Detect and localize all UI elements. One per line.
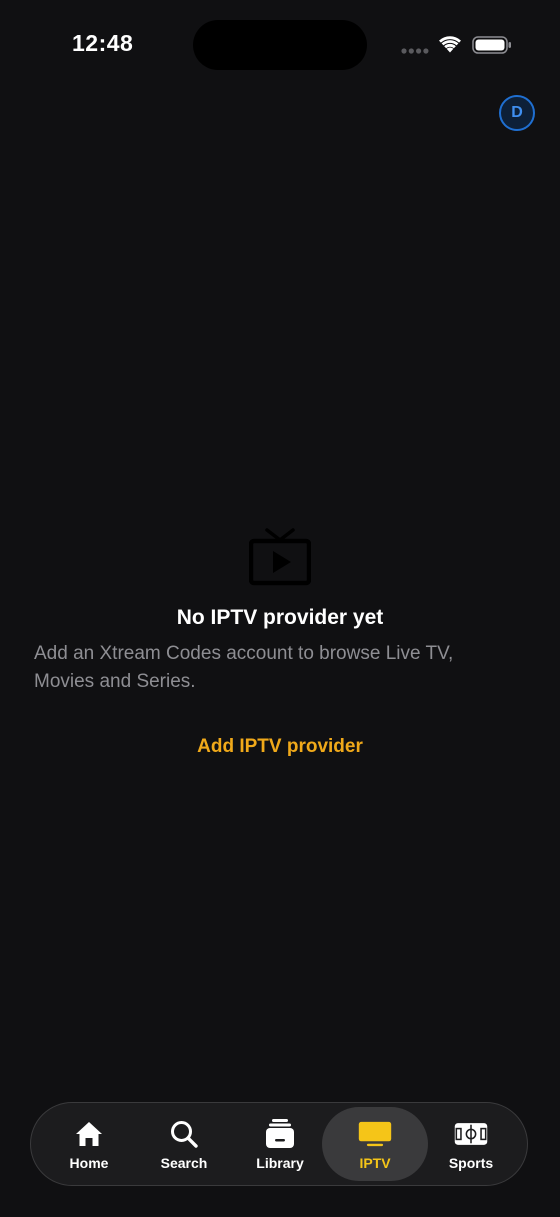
- profile-avatar[interactable]: D: [499, 95, 535, 131]
- add-iptv-provider-button[interactable]: Add IPTV provider: [0, 736, 560, 758]
- tab-iptv-label: IPTV: [359, 1155, 391, 1171]
- tab-search-label: Search: [160, 1155, 208, 1171]
- empty-state-title: No IPTV provider yet: [176, 606, 384, 629]
- wifi-icon: [439, 36, 461, 53]
- empty-state-description: Add an Xtream Codes account to browse Li…: [34, 643, 454, 692]
- tab-home-label: Home: [69, 1155, 109, 1171]
- tab-iptv[interactable]: IPTV: [322, 1107, 428, 1181]
- battery-icon: [472, 36, 511, 54]
- sports-field-icon: [454, 1119, 488, 1149]
- tab-home[interactable]: Home: [41, 1107, 137, 1181]
- status-bar: 12:48: [0, 0, 560, 90]
- tab-search[interactable]: Search: [136, 1107, 232, 1181]
- cellular-signal-icon: [401, 48, 429, 54]
- tab-library-label: Library: [256, 1155, 304, 1171]
- search-icon: [167, 1119, 201, 1149]
- tab-sports-label: Sports: [448, 1155, 494, 1171]
- home-icon: [72, 1119, 106, 1149]
- status-time: 12:48: [72, 30, 134, 56]
- tab-library[interactable]: Library: [232, 1107, 328, 1181]
- tab-bar: Home Search Library IPTV Sports: [30, 1102, 528, 1186]
- library-icon: [263, 1119, 297, 1149]
- tv-icon: [358, 1119, 392, 1149]
- tv-icon: [249, 528, 311, 586]
- dynamic-island: [193, 20, 367, 70]
- tab-sports[interactable]: Sports: [423, 1107, 519, 1181]
